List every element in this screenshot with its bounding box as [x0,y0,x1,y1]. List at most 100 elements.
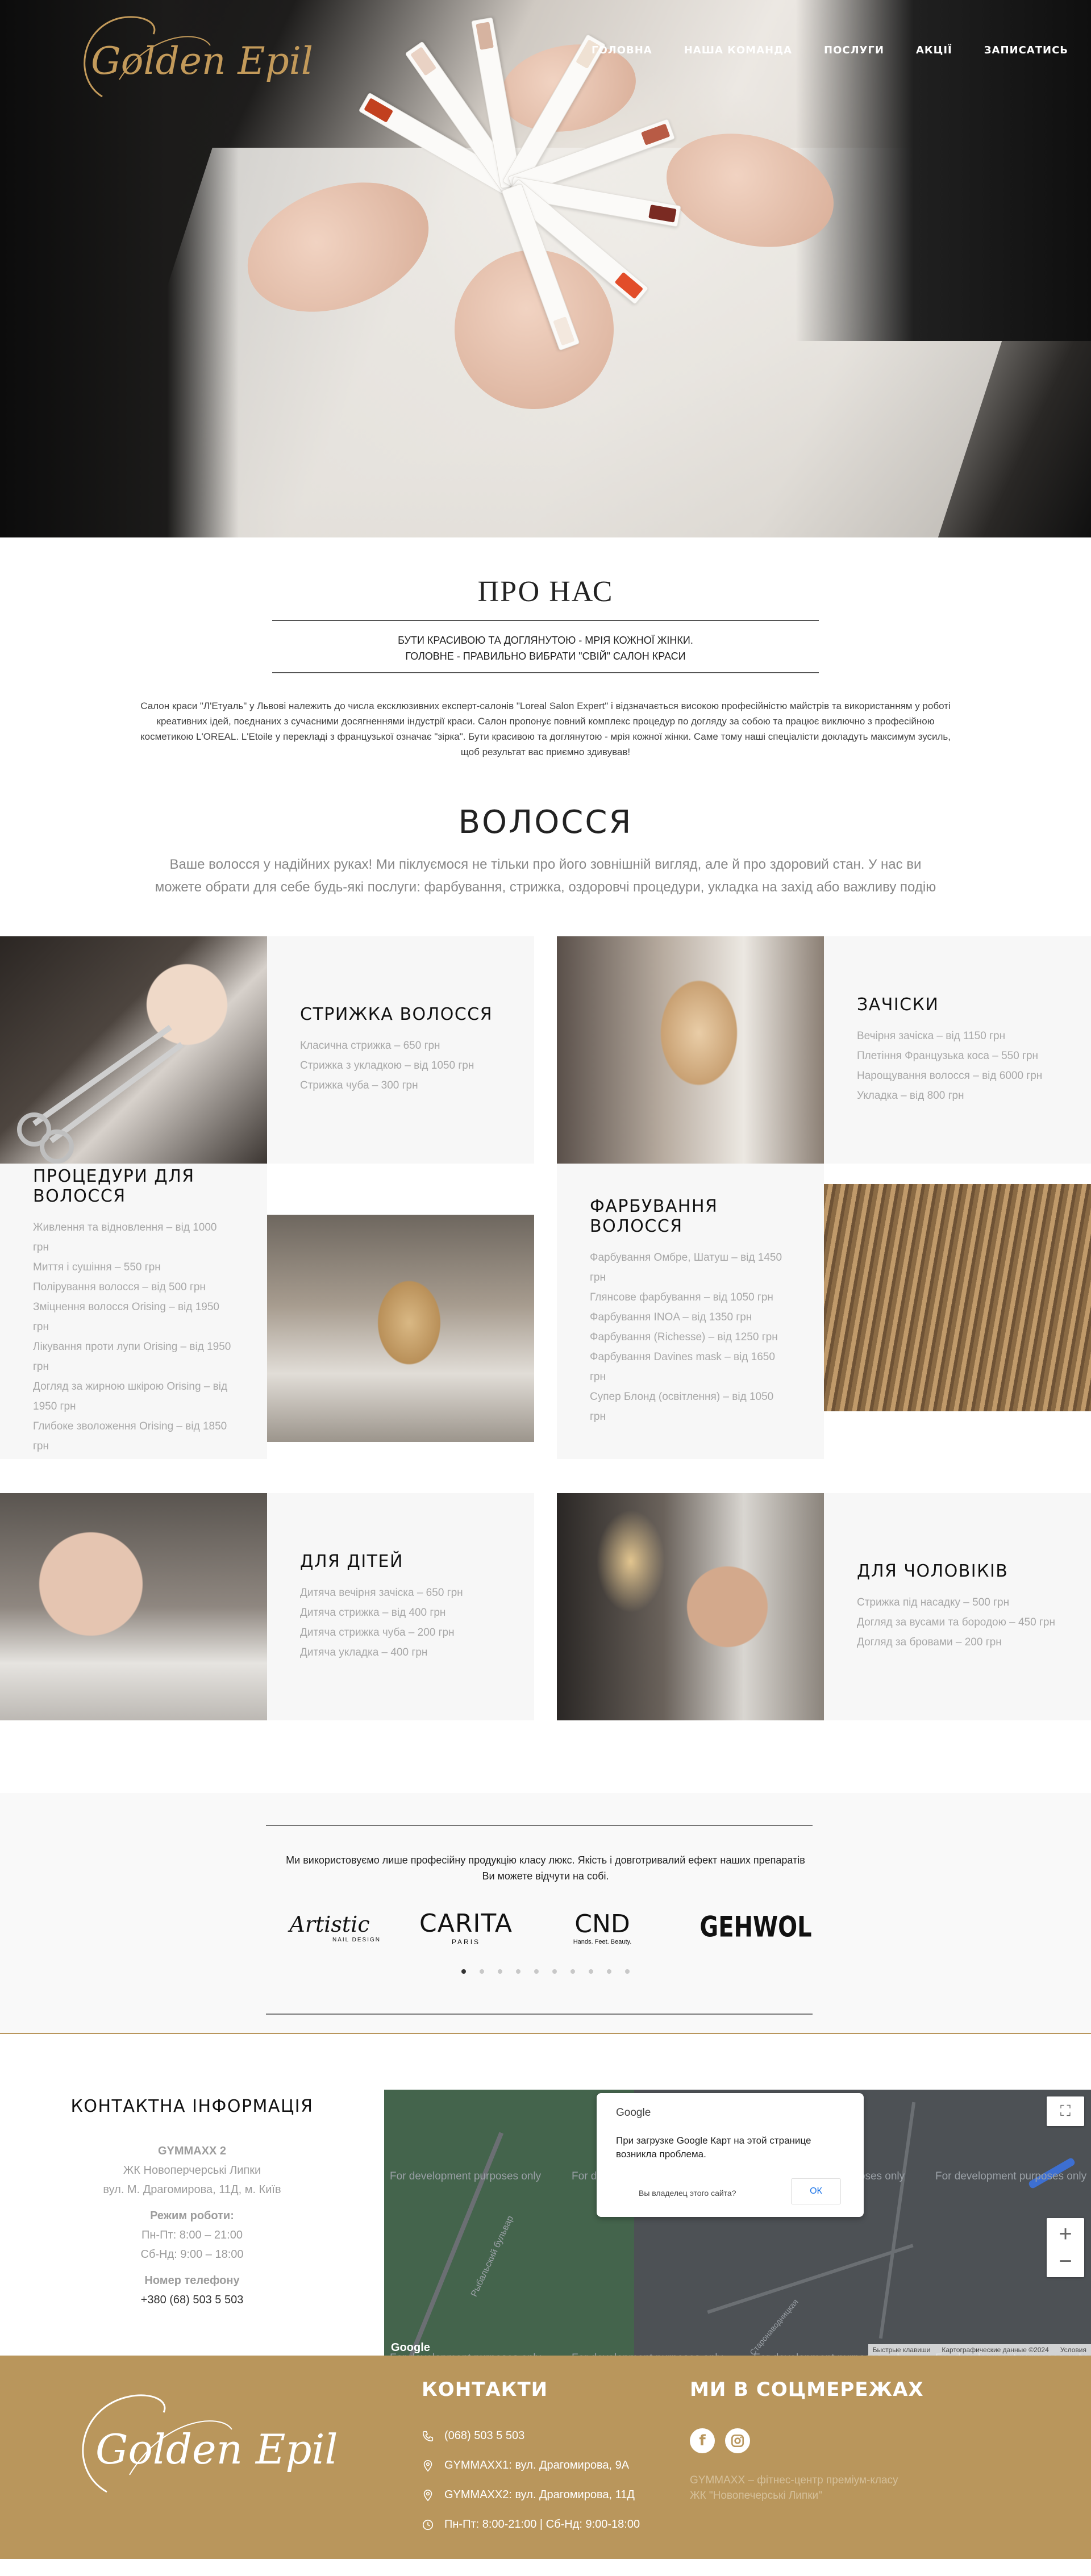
service-title: ДЛЯ ЧОЛОВІКІВ [857,1561,1009,1581]
footer-address-2: GYMMAXX2: вул. Драгомирова, 11Д [422,2489,635,2502]
brands-caption-line-1: Ми використовуємо лише професійну продук… [286,1854,805,1866]
map-road [707,2244,914,2314]
footer-phone[interactable]: (068) 503 5 503 [422,2429,524,2442]
photo-men [557,1493,824,1720]
about-title: ПРО НАС [477,576,614,608]
divider [266,2014,813,2015]
service-item: Полірування волосся – від 500 грн [33,1281,206,1293]
service-item: Глибоке зволоження Orising – від 1850 гр… [33,1420,227,1452]
footer-address-1: GYMMAXX1: вул. Драгомирова, 9А [422,2459,629,2472]
contact-info: КОНТАКТНА ІНФОРМАЦІЯ GYMMAXX 2 ЖК Новопе… [0,2096,384,2310]
brands-section: Ми використовуємо лише професійну продук… [0,1793,1091,2034]
service-item: Догляд за жирною шкірою Orising – від 19… [33,1381,228,1412]
carousel-dot[interactable] [480,1969,484,1974]
photo-kids [0,1493,267,1720]
map-error-message: При загрузке Google Карт на этой страниц… [616,2135,811,2160]
footer: Golden Epil КОНТАКТИ (068) 503 5 503 GYM… [0,2356,1091,2559]
service-item: Фарбування (Richesse) – від 1250 грн [590,1331,778,1343]
nav-home[interactable]: ГОЛОВНА [592,44,652,56]
carousel-dot[interactable] [552,1969,557,1974]
photo-haircut [0,936,267,1164]
hair-title: ВОЛОССЯ [458,804,633,841]
service-item: Фарбування Омбре, Шатуш – від 1450 грн [590,1251,782,1283]
clock-icon [422,2519,434,2530]
map-ok-button[interactable]: ОК [791,2178,841,2204]
service-item: Нарощування волосся – від 6000 грн [857,1069,1043,1082]
golden-epil-footer-logo[interactable]: Golden Epil [67,2384,351,2498]
instagram-icon[interactable] [725,2428,750,2453]
brand-logo-carousel[interactable]: Artistic NAIL DESIGN CARITA PARIS CND Ha… [278,1904,813,1950]
zoom-in-icon[interactable]: + [1059,2220,1072,2248]
google-map[interactable]: Рыбальский бульвар Старонаводницкая For … [384,2090,1091,2356]
photo-coloring [824,1184,1091,1411]
zoom-out-icon[interactable]: − [1059,2248,1072,2275]
service-item: Глянсове фарбування – від 1050 грн [590,1291,773,1303]
carousel-dot[interactable] [589,1969,593,1974]
nav-services[interactable]: ПОСЛУГИ [824,44,884,56]
footer-gym-note: GYMMAXX – фітнес-центр преміум-класу ЖК … [690,2473,898,2503]
carousel-dot[interactable] [625,1969,630,1974]
service-card-treatments: ПРОЦЕДУРИ ДЛЯ ВОЛОССЯ Живлення та віднов… [0,1164,267,1459]
carousel-dot[interactable] [607,1969,611,1974]
about-slogan: БУТИ КРАСИВОЮ ТА ДОГЛЯНУТОЮ - МРІЯ КОЖНО… [0,632,1091,664]
carousel-dots [0,1969,1091,1974]
phone-label: Номер телефону [144,2274,240,2287]
nav-team[interactable]: НАША КОМАНДА [684,44,792,56]
carousel-dot[interactable] [498,1969,502,1974]
google-wordmark: Google [616,2107,651,2119]
slogan-line-1: БУТИ КРАСИВОЮ ТА ДОГЛЯНУТОЮ - МРІЯ КОЖНО… [398,635,693,646]
map-road [878,2102,916,2339]
golden-epil-logo[interactable]: Golden Epil [68,11,341,108]
service-item: Стрижка під насадку – 500 грн [857,1597,1010,1608]
carousel-dot[interactable] [534,1969,539,1974]
fullscreen-icon[interactable]: ⛶ [1047,2096,1084,2126]
map-shortcuts-link[interactable]: Быстрые клавиши [873,2346,931,2354]
about-section: ПРО НАС БУТИ КРАСИВОЮ ТА ДОГЛЯНУТОЮ - МР… [0,537,1091,760]
facebook-icon[interactable]: f [690,2428,715,2453]
service-item: Догляд за бровами – 200 грн [857,1636,1002,1648]
service-title: ЗАЧІСКИ [857,994,939,1015]
brands-caption: Ми використовуємо лише професійну продук… [0,1852,1091,1884]
contact-title: КОНТАКТНА ІНФОРМАЦІЯ [70,2096,314,2116]
brand-logo-carita: CARITA PARIS [415,1904,517,1950]
contact-section: КОНТАКТНА ІНФОРМАЦІЯ GYMMAXX 2 ЖК Новопе… [0,2034,1091,2356]
map-watermark: For development purposes only [390,2170,542,2182]
brands-caption-line-2: Ви можете відчути на собі. [482,1870,609,1882]
photo-treatments [267,1215,534,1442]
google-logo: Google [391,2341,430,2354]
service-title: ПРОЦЕДУРИ ДЛЯ ВОЛОССЯ [33,1166,195,1206]
divider [266,1825,813,1826]
service-card-hairstyles: ЗАЧІСКИ Вечірня зачіска – від 1150 грн П… [824,936,1091,1164]
carousel-dot[interactable] [461,1969,466,1974]
footer-address-1-text: GYMMAXX1: вул. Драгомирова, 9А [444,2459,630,2471]
nav-book[interactable]: ЗАПИСАТИСЬ [984,44,1068,56]
brand-sub: PARIS [451,1937,481,1946]
footer-contacts-title: КОНТАКТИ [422,2378,548,2401]
service-item: Плетіння Французька коса – 550 грн [857,1049,1039,1062]
footer-address-2-text: GYMMAXX2: вул. Драгомирова, 11Д [444,2489,635,2501]
photo-hairstyles [557,936,824,1164]
location-pin-icon [423,2460,432,2471]
slogan-line-2: ГОЛОВНЕ - ПРАВИЛЬНО ВИБРАТИ "СВІЙ" САЛОН… [405,651,686,662]
map-watermark: For development purposes only [935,2170,1087,2182]
service-item: Миття і сушіння – 550 грн [33,1261,161,1273]
footer-phone-text: (068) 503 5 503 [444,2429,525,2442]
hero-banner: Golden Epil ГОЛОВНА НАША КОМАНДА ПОСЛУГИ… [0,0,1091,537]
map-terms-link[interactable]: Условия [1060,2346,1086,2354]
contact-company: GYMMAXX 2 [157,2145,227,2157]
divider [272,672,819,673]
nav-promotions[interactable]: АКЦІЇ [916,44,952,56]
brand-name: GEHWOL [699,1911,812,1944]
service-item: Класична стрижка – 650 грн [300,1040,440,1052]
service-item: Живлення та відновлення – від 1000 грн [33,1222,217,1253]
svg-text:Golden Epil: Golden Epil [91,39,313,83]
carousel-dot[interactable] [571,1969,575,1974]
brand-sub: NAIL DESIGN [332,1936,381,1943]
carousel-dot[interactable] [516,1969,520,1974]
brand-logo-gehwol: GEHWOL [699,1904,813,1950]
service-card-men: ДЛЯ ЧОЛОВІКІВ Стрижка під насадку – 500 … [824,1493,1091,1720]
footer-hours: Пн-Пт: 8:00-21:00 | Сб-Нд: 9:00-18:00 [422,2518,640,2531]
contact-phone[interactable]: +380 (68) 503 5 503 [0,2290,384,2310]
map-error-dialog: Google При загрузке Google Карт на этой … [597,2093,864,2217]
zoom-control: + − [1047,2218,1084,2277]
